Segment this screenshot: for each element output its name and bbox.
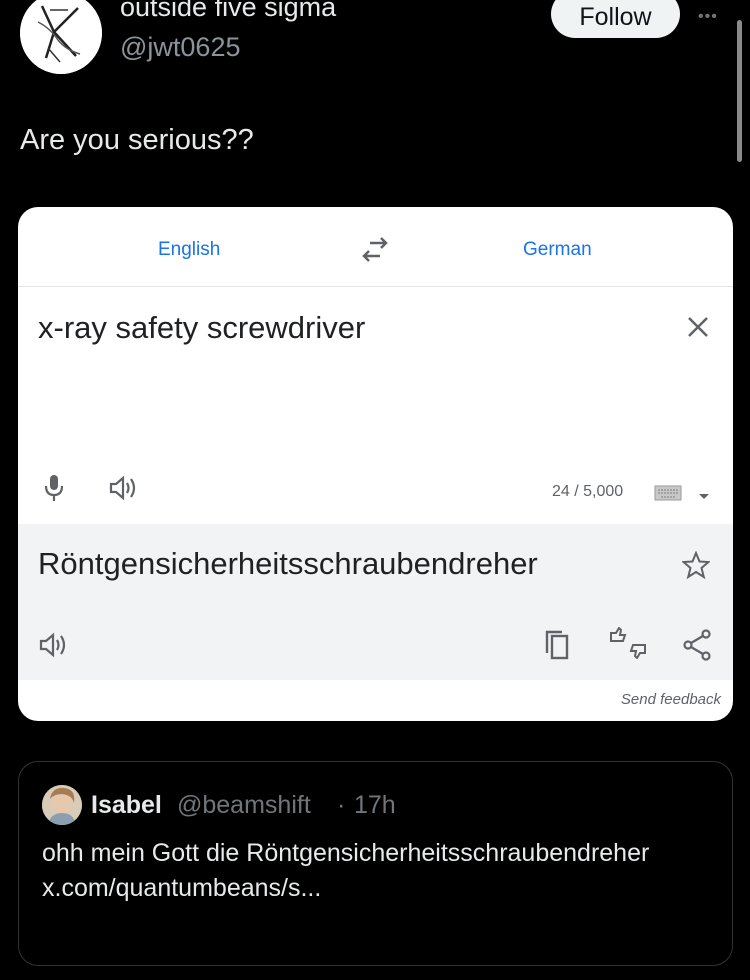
character-count: 24 / 5,000 [552, 483, 624, 500]
send-feedback-link[interactable]: Send feedback [621, 691, 721, 708]
language-bar: English German [18, 207, 733, 287]
source-language-button[interactable]: English [158, 239, 220, 261]
star-icon[interactable] [680, 550, 712, 584]
quoted-tweet[interactable]: Isabel @beamshift · 17h ohh mein Gott di… [18, 761, 733, 966]
more-options-icon[interactable]: ••• [698, 8, 718, 26]
author-handle[interactable]: @jwt0625 [120, 34, 240, 61]
author-avatar[interactable] [20, 0, 102, 74]
keyboard-icon[interactable] [654, 485, 682, 506]
dropdown-icon[interactable] [698, 488, 710, 506]
translate-card[interactable]: English German x-ray safety screwdriver [18, 207, 733, 721]
copy-icon[interactable] [544, 629, 570, 666]
source-text-input[interactable]: x-ray safety screwdriver [38, 310, 365, 346]
close-icon[interactable] [686, 315, 710, 344]
speaker-icon[interactable] [108, 475, 138, 506]
translation-result-panel: Röntgensicherheitsschraubendreher [18, 524, 733, 680]
speaker-icon[interactable] [38, 632, 68, 663]
follow-button[interactable]: Follow [551, 0, 680, 38]
mic-icon[interactable] [44, 473, 64, 508]
quoted-tweet-text: ohh mein Gott die Röntgensicherheitsschr… [42, 839, 650, 902]
tweet-text: Are you serious?? [20, 124, 254, 156]
quoted-author-handle[interactable]: @beamshift [177, 791, 311, 820]
separator-dot: · [337, 791, 346, 819]
share-icon[interactable] [682, 629, 712, 666]
author-display-name[interactable]: outside five sigma [120, 0, 336, 21]
rate-translation-icon[interactable] [608, 626, 648, 664]
translation-result-text: Röntgensicherheitsschraubendreher [38, 546, 538, 581]
quoted-author-avatar[interactable] [42, 785, 82, 825]
swap-icon[interactable] [360, 237, 390, 268]
target-language-button[interactable]: German [523, 239, 592, 261]
quoted-author-name[interactable]: Isabel [91, 791, 162, 820]
tweet-page: outside five sigma @jwt0625 Follow ••• A… [0, 0, 750, 980]
quoted-timestamp[interactable]: 17h [354, 791, 396, 820]
scrollbar[interactable] [737, 20, 742, 162]
